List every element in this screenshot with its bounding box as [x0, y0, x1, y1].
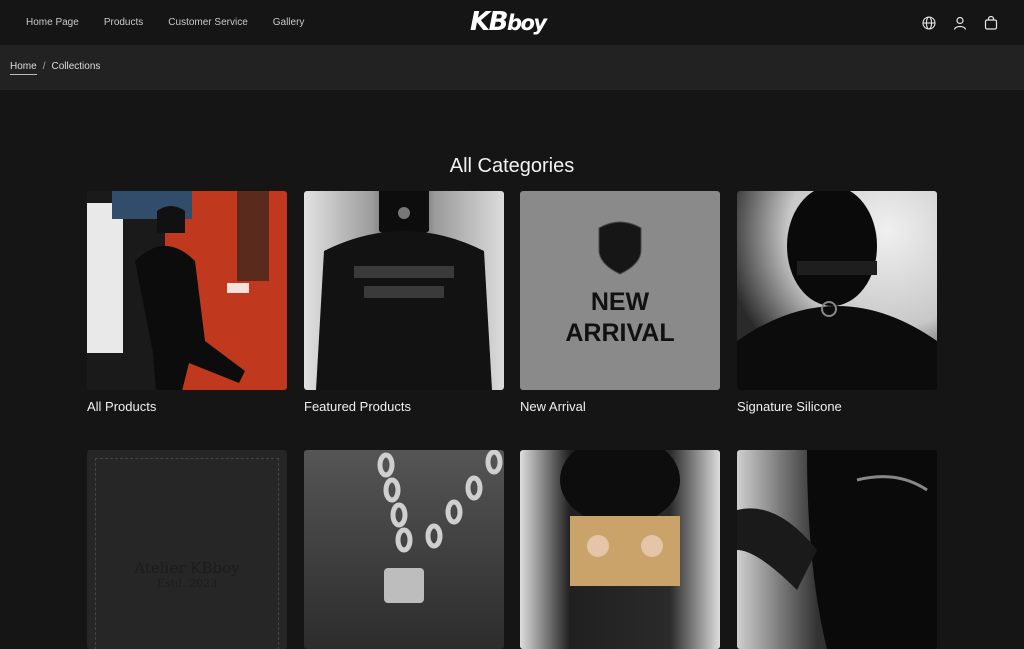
nav-gallery[interactable]: Gallery: [273, 17, 305, 28]
new-arrival-text: NEW ARRIVAL: [520, 287, 720, 349]
logo-tail: boy: [506, 11, 547, 35]
category-image[interactable]: [737, 450, 937, 649]
bag-icon[interactable]: [984, 15, 998, 30]
category-image[interactable]: [737, 191, 937, 390]
category-image[interactable]: [520, 450, 720, 649]
breadcrumb-bar: Home / Collections: [0, 45, 1024, 90]
category-card-signature-silicone[interactable]: Signature Silicone: [737, 191, 937, 414]
category-card-latex[interactable]: [737, 450, 937, 649]
breadcrumb-current: Collections: [51, 61, 101, 72]
category-image[interactable]: [87, 191, 287, 390]
category-label[interactable]: All Products: [87, 399, 156, 414]
breadcrumb-home[interactable]: Home: [10, 61, 37, 75]
category-card-new-arrival[interactable]: NEW ARRIVAL New Arrival: [520, 191, 720, 414]
breadcrumb-separator: /: [42, 61, 46, 72]
new-arrival-line-2: ARRIVAL: [565, 319, 675, 347]
atelier-frame: Atelier KBboy Estd. 2023: [95, 458, 279, 649]
category-card-atelier[interactable]: Atelier KBboy Estd. 2023: [87, 450, 287, 649]
category-label[interactable]: Featured Products: [304, 399, 411, 414]
category-label[interactable]: Signature Silicone: [737, 399, 842, 414]
category-card-all-products[interactable]: All Products: [87, 191, 287, 414]
logo-main: KB: [470, 7, 508, 37]
nav-products[interactable]: Products: [104, 17, 143, 28]
category-card-restraints[interactable]: [520, 450, 720, 649]
site-logo[interactable]: KBboy: [470, 7, 547, 37]
main-nav: Home Page Products Customer Service Gall…: [26, 0, 329, 45]
site-header: Home Page Products Customer Service Gall…: [0, 0, 1024, 45]
category-label[interactable]: New Arrival: [520, 399, 586, 414]
breadcrumb: Home / Collections: [10, 61, 101, 75]
header-icons: [922, 0, 998, 45]
atelier-title: Atelier KBboy: [134, 559, 240, 577]
new-arrival-line-1: NEW: [590, 288, 650, 316]
category-image[interactable]: [304, 450, 504, 649]
category-image[interactable]: NEW ARRIVAL: [520, 191, 720, 390]
globe-icon[interactable]: [922, 15, 936, 30]
nav-home-page[interactable]: Home Page: [26, 17, 79, 28]
category-card-chains[interactable]: [304, 450, 504, 649]
category-image[interactable]: [304, 191, 504, 390]
category-card-featured-products[interactable]: Featured Products: [304, 191, 504, 414]
account-icon[interactable]: [953, 16, 967, 30]
page-title: All Categories: [449, 155, 575, 178]
nav-customer-service[interactable]: Customer Service: [168, 17, 247, 28]
category-image[interactable]: Atelier KBboy Estd. 2023: [87, 450, 287, 649]
